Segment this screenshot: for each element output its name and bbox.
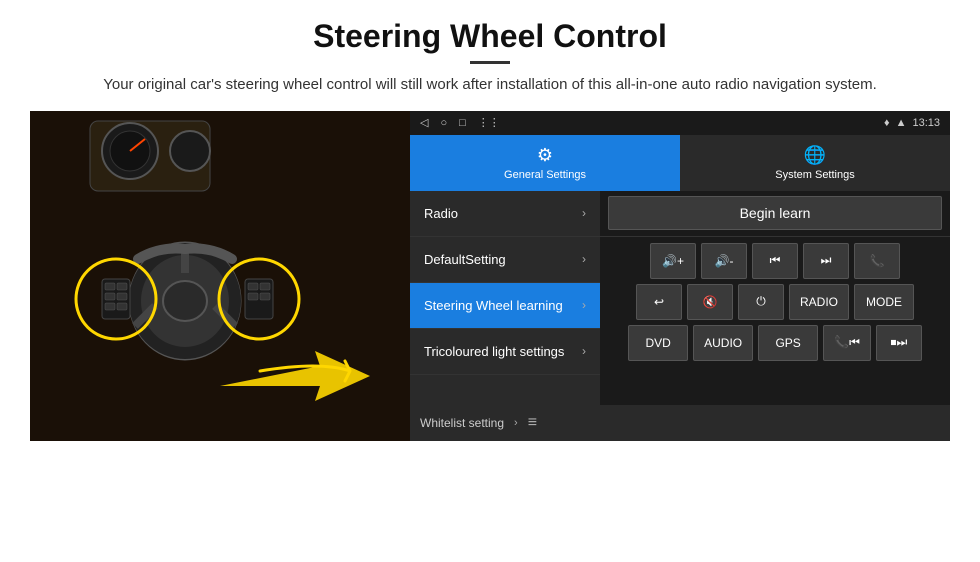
menu-item-default[interactable]: DefaultSetting › [410, 237, 600, 283]
whitelist-arrow-icon: › [514, 417, 518, 429]
tab-general-label: General Settings [504, 169, 586, 181]
whitelist-bar[interactable]: Whitelist setting › ≡ [410, 405, 950, 441]
status-right: ♦ ▲ 13:13 [884, 117, 940, 129]
status-left: ◁ ○ □ ⋮⋮ [420, 116, 500, 129]
signal-icon: ▲ [896, 117, 907, 129]
controls-grid: 🔊+ 🔊- ⏮ ⏭ 📞 ↩ 🔇 ⏻ RADIO MODE [600, 237, 950, 405]
stop-button[interactable]: ⏹⏭ [876, 325, 922, 361]
status-time: 13:13 [912, 117, 940, 129]
status-bar: ◁ ○ □ ⋮⋮ ♦ ▲ 13:13 [410, 111, 950, 135]
vol-down-button[interactable]: 🔊- [701, 243, 747, 279]
menu-item-default-label: DefaultSetting [424, 252, 506, 267]
next-track-button[interactable]: ⏭ [803, 243, 849, 279]
menu-list: Radio › DefaultSetting › Steering Wheel … [410, 191, 600, 405]
call-back-button[interactable]: ↩ [636, 284, 682, 320]
audio-button[interactable]: AUDIO [693, 325, 753, 361]
page-subtitle: Your original car's steering wheel contr… [103, 74, 877, 97]
android-ui: ◁ ○ □ ⋮⋮ ♦ ▲ 13:13 ⚙ General Settings [410, 111, 950, 441]
power-button[interactable]: ⏻ [738, 284, 784, 320]
phone-button[interactable]: 📞 [854, 243, 900, 279]
menu-item-tricoloured-arrow: › [582, 344, 586, 358]
vol-up-button[interactable]: 🔊+ [650, 243, 696, 279]
title-divider [470, 61, 510, 64]
grid-nav-icon[interactable]: ⋮⋮ [478, 116, 500, 129]
page-title: Steering Wheel Control [313, 18, 667, 55]
menu-item-radio-label: Radio [424, 206, 458, 221]
content-row: ◁ ○ □ ⋮⋮ ♦ ▲ 13:13 ⚙ General Settings [30, 111, 950, 553]
prev-track-button[interactable]: ⏮ [752, 243, 798, 279]
menu-item-steering-arrow: › [582, 298, 586, 312]
mode-button[interactable]: MODE [854, 284, 914, 320]
right-panel: Begin learn 🔊+ 🔊- ⏮ ⏭ 📞 ↩ [600, 191, 950, 405]
home-nav-icon[interactable]: ○ [440, 117, 447, 129]
menu-item-steering-label: Steering Wheel learning [424, 298, 563, 313]
car-image-container [30, 111, 410, 441]
tab-system-settings[interactable]: 🌐 System Settings [680, 135, 950, 191]
whitelist-file-icon: ≡ [528, 414, 537, 432]
system-settings-icon: 🌐 [804, 145, 826, 166]
menu-item-steering[interactable]: Steering Wheel learning › [410, 283, 600, 329]
ctrl-row-2: ↩ 🔇 ⏻ RADIO MODE [606, 284, 944, 320]
radio-button[interactable]: RADIO [789, 284, 849, 320]
dvd-button[interactable]: DVD [628, 325, 688, 361]
ctrl-row-3: DVD AUDIO GPS 📞⏮ ⏹⏭ [606, 325, 944, 361]
menu-item-radio[interactable]: Radio › [410, 191, 600, 237]
menu-item-radio-arrow: › [582, 206, 586, 220]
recents-nav-icon[interactable]: □ [459, 117, 466, 129]
steering-wheel-svg [30, 111, 410, 441]
begin-learn-row: Begin learn [600, 191, 950, 237]
car-image-bg [30, 111, 410, 441]
tab-general-settings[interactable]: ⚙ General Settings [410, 135, 680, 191]
begin-learn-button[interactable]: Begin learn [608, 196, 942, 230]
gps-button[interactable]: GPS [758, 325, 818, 361]
location-icon: ♦ [884, 117, 890, 129]
back-nav-icon[interactable]: ◁ [420, 116, 428, 129]
menu-item-tricoloured-label: Tricoloured light settings [424, 344, 564, 359]
top-nav: ⚙ General Settings 🌐 System Settings [410, 135, 950, 191]
mute-button[interactable]: 🔇 [687, 284, 733, 320]
ctrl-row-1: 🔊+ 🔊- ⏮ ⏭ 📞 [606, 243, 944, 279]
menu-area: Radio › DefaultSetting › Steering Wheel … [410, 191, 950, 405]
general-settings-icon: ⚙ [537, 145, 553, 166]
call-prev-button[interactable]: 📞⏮ [823, 325, 871, 361]
menu-item-tricoloured[interactable]: Tricoloured light settings › [410, 329, 600, 375]
whitelist-label: Whitelist setting [420, 416, 504, 430]
tab-system-label: System Settings [775, 169, 854, 181]
menu-item-default-arrow: › [582, 252, 586, 266]
